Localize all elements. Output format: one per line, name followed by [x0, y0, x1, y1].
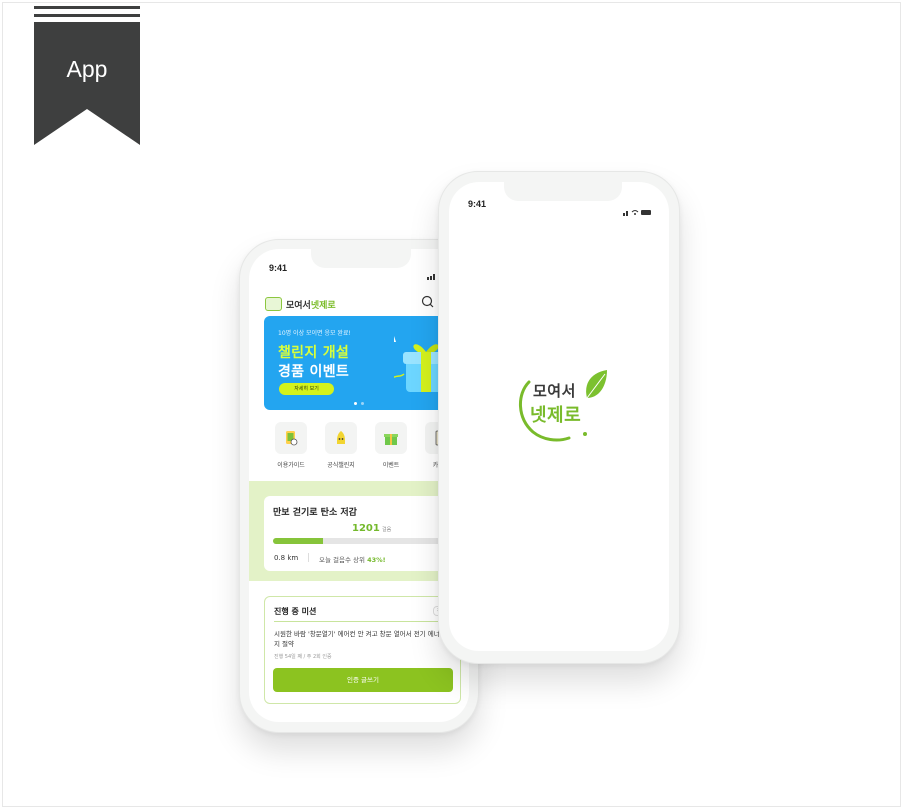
brand-name-b: 넷제로 [310, 300, 336, 311]
app-logo-icon [265, 297, 282, 311]
event-banner[interactable]: 10명 이상 모이면 응모 완료! 챌린지 개설 경품 이벤트 자세히 보기 [264, 316, 459, 410]
challenge-icon [325, 422, 357, 454]
splash-logo: 모여서 넷제로 [513, 368, 613, 448]
walk-divider [308, 553, 309, 562]
mission-post-button[interactable]: 인증 글쓰기 [273, 668, 453, 692]
mission-description: 시원한 바람 '창문열기' 에어컨 안 켜고 창문 열어서 전기 에너지 절약 [274, 630, 440, 648]
walk-title: 만보 걷기로 탄소 저감 [273, 508, 357, 518]
step-progress-fill [273, 538, 324, 544]
splash-brand-line1: 모여서 [533, 382, 576, 400]
rank-value: 43 [367, 556, 377, 564]
menu-label: 이용가이드 [277, 462, 305, 469]
gift-icon [375, 422, 407, 454]
rank-suffix: %! [376, 556, 386, 564]
banner-headline-1: 챌린지 개설 [278, 345, 350, 361]
rank-prefix: 오늘 걸음수 상위 [319, 556, 368, 564]
menu-item-guide[interactable]: 이용가이드 [269, 422, 313, 469]
search-icon[interactable] [419, 293, 437, 311]
home-screen: 9:41 모여서 넷제로 10명 이상 모이면 응모 완료! 챌린지 개설 경품… [249, 249, 469, 722]
walk-rank: 오늘 걸음수 상위 43%! [319, 554, 386, 564]
menu-label: 이벤트 [382, 462, 400, 469]
banner-pagination[interactable] [354, 402, 364, 405]
splash-screen: 9:41 모여서 넷제로 [449, 182, 669, 651]
phone-notch [504, 182, 622, 201]
status-bar-icons [623, 201, 653, 220]
mission-card: 진행 중 미션 전체보기 시원한 바람 '창문열기' 에어컨 안 켜고 창문 열… [264, 596, 461, 704]
guide-icon [275, 422, 307, 454]
banner-dot[interactable] [361, 402, 364, 405]
step-unit: 걸음 [382, 527, 392, 533]
step-count: 1201 [352, 523, 380, 534]
status-time: 9:41 [269, 263, 288, 273]
walk-section: 만보 걷기로 탄소 저감 1201 걸음 0.8 km 오늘 걸음수 상위 43… [249, 481, 469, 581]
brand-name-a: 모여서 [286, 300, 311, 311]
phone-notch [311, 249, 411, 268]
mission-meta: 진행 54일 째 / 주 2회 인증 [274, 654, 332, 660]
walk-distance: 0.8 km [274, 554, 299, 562]
step-progress-bar [273, 538, 459, 544]
app-brand[interactable]: 모여서 넷제로 [265, 295, 336, 313]
banner-dot-active[interactable] [354, 402, 357, 405]
showcase-canvas: App 9:41 모여서 넷제로 10명 이상 모이면 응모 완료! 챌린지 개… [2, 2, 901, 807]
status-time: 9:41 [468, 199, 487, 209]
mission-divider [274, 621, 459, 622]
phone-splash-screen: 9:41 모여서 넷제로 [438, 171, 680, 664]
banner-headline-2: 경품 이벤트 [278, 364, 350, 380]
menu-label: 공식챌린지 [327, 462, 355, 469]
banner-subtitle: 10명 이상 모이면 응모 완료! [278, 330, 351, 337]
mission-title: 진행 중 미션 [274, 607, 317, 616]
menu-item-official-challenge[interactable]: 공식챌린지 [319, 422, 363, 469]
menu-item-event[interactable]: 이벤트 [369, 422, 413, 469]
banner-detail-button[interactable]: 자세히 보기 [279, 383, 334, 395]
ribbon-label: App [66, 56, 108, 82]
splash-brand-line2: 넷제로 [530, 405, 582, 426]
category-ribbon: App [34, 6, 140, 145]
